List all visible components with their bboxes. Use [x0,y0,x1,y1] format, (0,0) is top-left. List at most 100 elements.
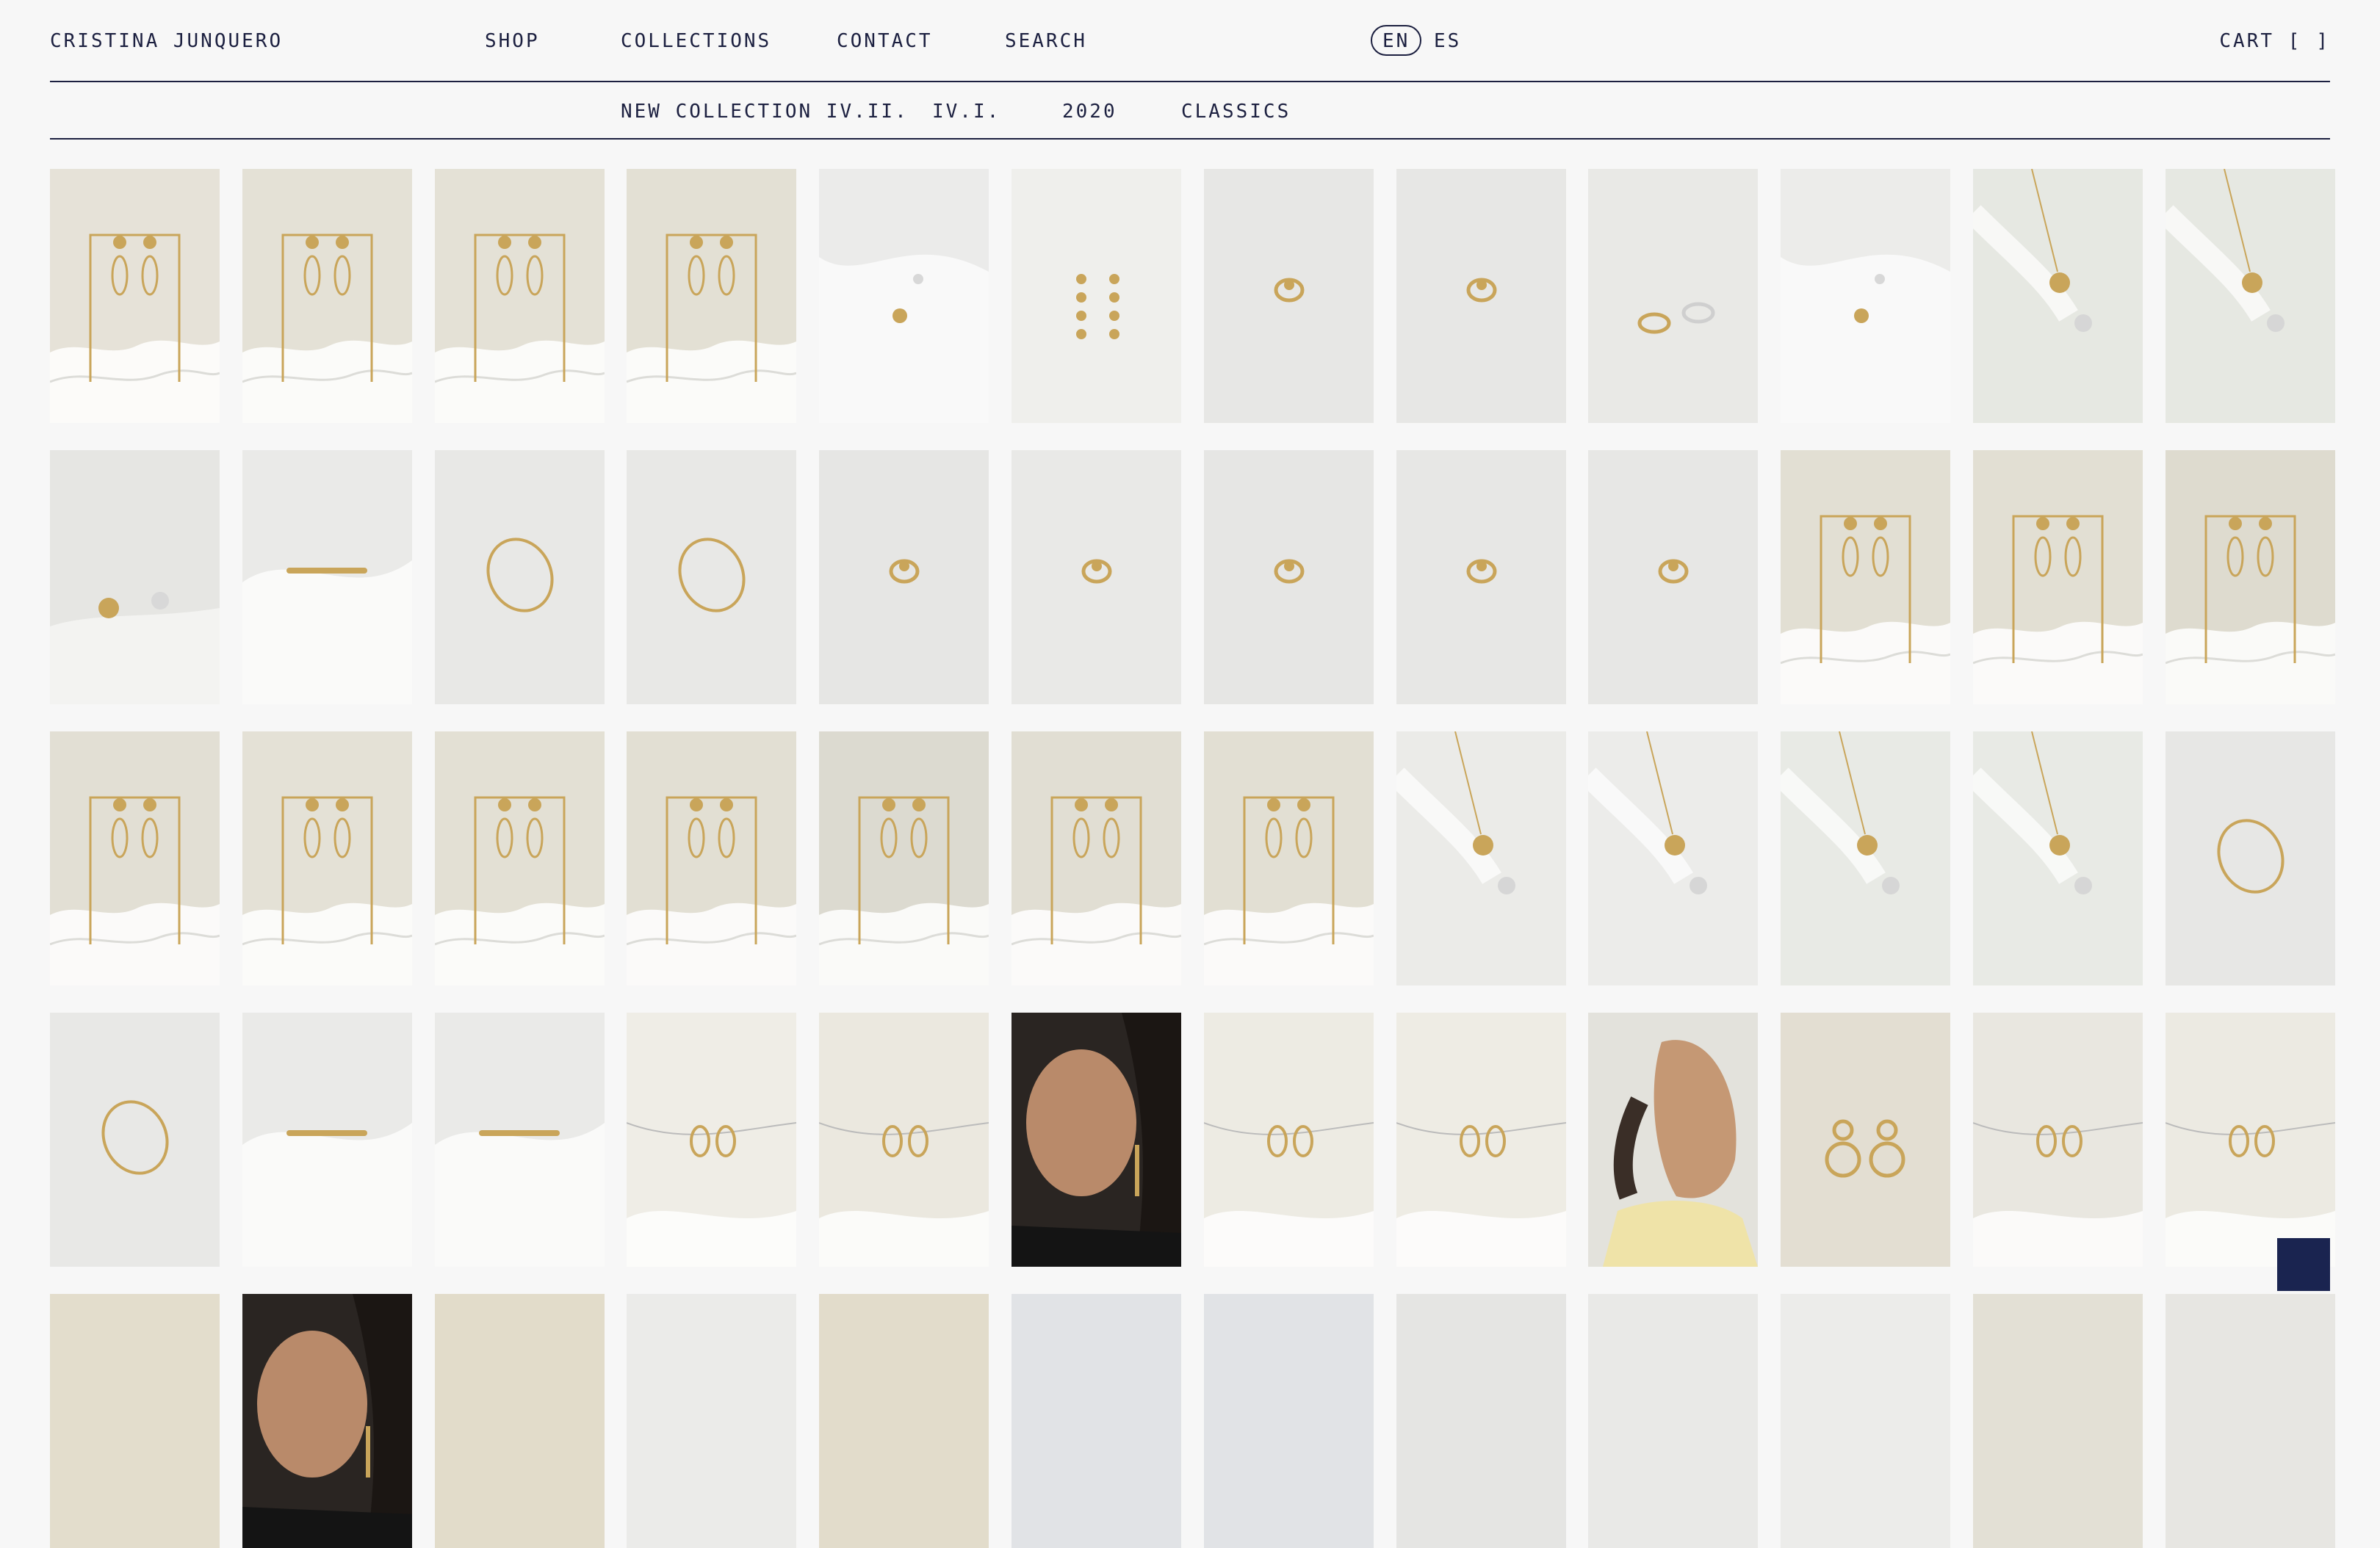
product-image [2165,1294,2335,1548]
product-thumbnail[interactable] [1396,169,1566,423]
product-thumbnail[interactable] [434,450,605,704]
product-thumbnail[interactable] [1972,731,2143,985]
product-image [242,1013,412,1267]
product-image [434,450,605,704]
product-thumbnail[interactable] [1588,1294,1759,1548]
product-thumbnail[interactable] [1588,731,1759,985]
product-thumbnail[interactable] [1203,450,1374,704]
cart-bracket-open: [ [2287,30,2302,52]
nav-contact[interactable]: CONTACT [837,28,933,54]
product-image [1972,450,2143,704]
product-thumbnail[interactable] [2165,1294,2335,1548]
nav-collections[interactable]: COLLECTIONS [621,28,771,54]
product-thumbnail[interactable] [1011,731,1181,985]
product-image [2165,731,2335,985]
product-thumbnail[interactable] [819,1013,989,1267]
product-thumbnail[interactable] [1396,450,1566,704]
product-image [1972,169,2143,423]
product-thumbnail[interactable] [1396,731,1566,985]
product-thumbnail[interactable] [1203,169,1374,423]
product-thumbnail[interactable] [50,169,220,423]
product-thumbnail[interactable] [1203,731,1374,985]
product-thumbnail[interactable] [2165,1013,2335,1267]
product-image [627,731,797,985]
product-thumbnail[interactable] [1011,169,1181,423]
nav-shop[interactable]: SHOP [485,28,540,54]
product-thumbnail[interactable] [434,731,605,985]
product-thumbnail[interactable] [242,1013,412,1267]
product-thumbnail[interactable] [819,450,989,704]
product-thumbnail[interactable] [50,1294,220,1548]
subnav-classics[interactable]: CLASSICS [1181,98,1291,125]
product-image [2165,1013,2335,1267]
product-thumbnail[interactable] [1588,1013,1759,1267]
product-thumbnail[interactable] [242,450,412,704]
product-image [1396,169,1566,423]
product-image [1011,1013,1181,1267]
product-thumbnail[interactable] [627,1294,797,1548]
product-image [1588,1294,1759,1548]
product-image [1396,1294,1566,1548]
product-thumbnail[interactable] [2165,169,2335,423]
product-image [434,1294,605,1548]
product-image [627,450,797,704]
subnav-iv-i[interactable]: IV.I. [932,98,1000,125]
product-image [627,169,797,423]
product-thumbnail[interactable] [1781,450,1951,704]
product-thumbnail[interactable] [819,169,989,423]
product-image [1781,1294,1951,1548]
product-image [627,1013,797,1267]
product-thumbnail[interactable] [434,169,605,423]
product-thumbnail[interactable] [627,169,797,423]
product-thumbnail[interactable] [819,731,989,985]
product-thumbnail[interactable] [819,1294,989,1548]
product-thumbnail[interactable] [1781,1013,1951,1267]
product-thumbnail[interactable] [1588,450,1759,704]
product-thumbnail[interactable] [2165,731,2335,985]
subnav-new-collection[interactable]: NEW COLLECTION IV.II. [621,98,909,125]
product-thumbnail[interactable] [1396,1013,1566,1267]
product-image [1011,1294,1181,1548]
product-thumbnail[interactable] [1011,450,1181,704]
product-thumbnail[interactable] [1781,1294,1951,1548]
product-thumbnail[interactable] [627,450,797,704]
product-image [1011,731,1181,985]
product-thumbnail[interactable] [1588,169,1759,423]
product-image [1972,1013,2143,1267]
chat-button[interactable] [2277,1238,2330,1291]
subnav-2020[interactable]: 2020 [1062,98,1117,125]
nav-search[interactable]: SEARCH [1005,28,1087,54]
product-thumbnail[interactable] [50,731,220,985]
product-image [1588,1013,1759,1267]
language-en-button[interactable]: EN [1371,25,1422,56]
product-thumbnail[interactable] [50,1013,220,1267]
collections-subnav: NEW COLLECTION IV.II. IV.I. 2020 CLASSIC… [50,81,2330,140]
product-thumbnail[interactable] [1203,1013,1374,1267]
product-thumbnail[interactable] [242,1294,412,1548]
product-thumbnail[interactable] [627,1013,797,1267]
product-thumbnail[interactable] [434,1294,605,1548]
product-image [819,1013,989,1267]
product-thumbnail[interactable] [242,169,412,423]
product-thumbnail[interactable] [1972,1013,2143,1267]
product-thumbnail[interactable] [50,450,220,704]
product-image [434,169,605,423]
cart-button[interactable]: CART [] [2219,28,2330,54]
product-thumbnail[interactable] [1396,1294,1566,1548]
product-thumbnail[interactable] [434,1013,605,1267]
product-thumbnail[interactable] [1011,1013,1181,1267]
product-thumbnail[interactable] [1972,1294,2143,1548]
product-thumbnail[interactable] [1203,1294,1374,1548]
product-thumbnail[interactable] [1972,450,2143,704]
product-thumbnail[interactable] [242,731,412,985]
product-thumbnail[interactable] [1972,169,2143,423]
brand-logo[interactable]: CRISTINA JUNQUERO [50,28,283,54]
language-es-button[interactable]: ES [1434,28,1461,54]
product-image [242,731,412,985]
product-thumbnail[interactable] [627,731,797,985]
product-thumbnail[interactable] [1011,1294,1181,1548]
product-thumbnail[interactable] [2165,450,2335,704]
product-thumbnail[interactable] [1781,731,1951,985]
product-image [242,169,412,423]
product-thumbnail[interactable] [1781,169,1951,423]
